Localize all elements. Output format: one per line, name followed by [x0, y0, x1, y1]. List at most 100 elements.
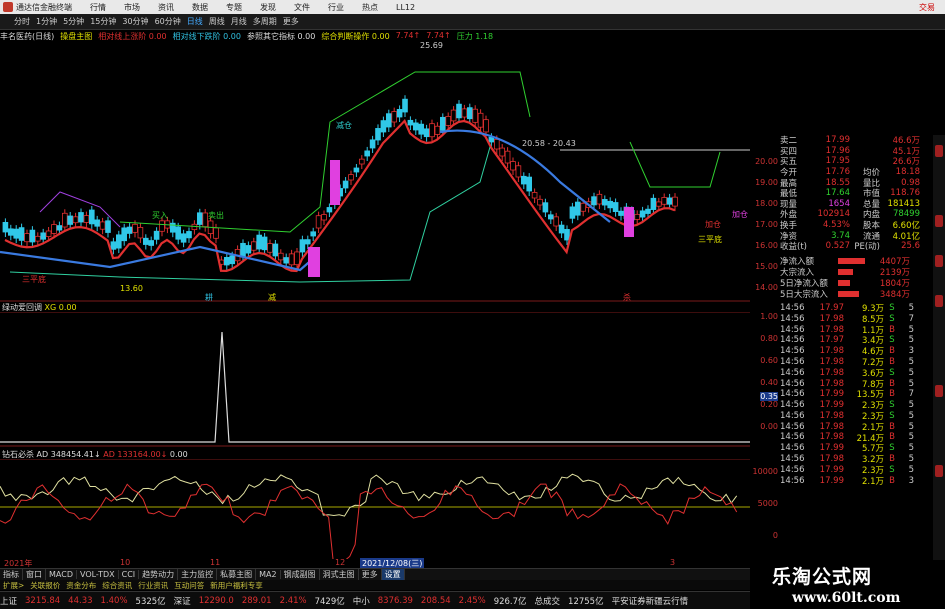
flow-label: 5日大宗流入 — [780, 290, 828, 301]
extension-link[interactable]: 资金分布 — [63, 580, 99, 591]
candle-body — [110, 241, 117, 250]
title-bar: 通达信金融终端 行情 市场 资讯 数据 专题 发现 文件 行业 热点 LL12 … — [0, 0, 945, 14]
date-label: 11 — [210, 558, 221, 567]
tick-count: 5 — [908, 410, 914, 421]
menu-quote[interactable]: 行情 — [90, 2, 106, 13]
indicator-tab[interactable]: 私募主图 — [217, 569, 257, 580]
candle-body — [618, 210, 624, 216]
extension-link[interactable]: 关联报价 — [27, 580, 63, 591]
candle-body — [186, 231, 192, 239]
index-status-item: 7429亿 — [314, 596, 345, 607]
period-tab[interactable]: 更多 — [283, 16, 299, 27]
tick-direction: S — [889, 464, 895, 475]
signal-label: 加仓 — [705, 219, 721, 229]
side-icon[interactable] — [935, 465, 943, 477]
app-logo-icon — [3, 2, 13, 12]
indicator-tab[interactable]: MA2 — [256, 570, 281, 579]
tick-time: 14:56 — [780, 313, 805, 324]
candle-body — [45, 230, 52, 237]
tick-time: 14:56 — [780, 335, 805, 346]
indicator-tab[interactable]: 指标 — [0, 569, 23, 580]
tick-row: 14:56 17.99 13.5万 B 7 — [780, 389, 945, 400]
tick-row: 14:56 17.99 2.3万 S 5 — [780, 464, 945, 476]
signal-label: 加仓 — [732, 209, 748, 219]
date-label: 12 — [335, 558, 346, 567]
menu-industry[interactable]: 行业 — [328, 2, 344, 13]
flow-bar — [838, 258, 865, 265]
period-tab[interactable]: 周线 — [209, 16, 225, 27]
trade-button[interactable]: 交易 — [919, 2, 935, 13]
menu-data[interactable]: 数据 — [192, 2, 208, 13]
quote-value2: 118.76 — [890, 188, 920, 199]
period-tab[interactable]: 60分钟 — [155, 16, 181, 27]
extension-link[interactable]: 综合资讯 — [99, 580, 135, 591]
indicator-tab[interactable]: 设置 — [381, 569, 405, 580]
candle-body — [434, 125, 441, 135]
tick-price: 17.99 — [819, 443, 844, 454]
quote-value2: 4.01亿 — [892, 231, 920, 242]
indicator-tab[interactable]: 窗口 — [23, 569, 46, 580]
period-tab[interactable]: 月线 — [231, 16, 247, 27]
tick-direction: B — [889, 421, 895, 432]
period-tab[interactable]: 30分钟 — [122, 16, 148, 27]
indicator-tab[interactable]: CCI — [119, 570, 140, 579]
period-tab[interactable]: 多周期 — [253, 16, 277, 27]
side-icon[interactable] — [935, 145, 943, 157]
extension-link[interactable]: 扩展> — [0, 580, 27, 591]
tick-row: 14:56 17.97 3.4万 S 5 — [780, 335, 945, 346]
sub2-svg — [0, 458, 750, 569]
sub1-chart[interactable] — [0, 311, 750, 447]
quote-value: 3.74 — [831, 230, 850, 241]
indicator-tab[interactable]: 更多 — [359, 569, 382, 580]
extension-link[interactable]: 互动问答 — [171, 580, 207, 591]
candle-body — [250, 241, 257, 251]
index-status-item: 8376.39 — [377, 595, 413, 606]
candle-body — [407, 119, 414, 126]
xg-line — [0, 331, 750, 443]
menu-discover[interactable]: 发现 — [260, 2, 276, 13]
menu-news[interactable]: 资讯 — [158, 2, 174, 13]
period-tab[interactable]: 1分钟 — [36, 16, 57, 27]
indicator-tab[interactable]: MACD — [46, 570, 77, 579]
tick-count: 3 — [908, 475, 914, 486]
tick-price: 17.98 — [819, 367, 844, 378]
indicator-tab[interactable]: 主力监控 — [178, 569, 218, 580]
menu-file[interactable]: 文件 — [294, 2, 310, 13]
candle-body — [569, 206, 576, 219]
period-tab[interactable]: 5分钟 — [63, 16, 84, 27]
tick-direction: B — [889, 389, 895, 400]
period-tab[interactable]: 日线 — [187, 16, 203, 27]
tick-direction: S — [889, 410, 895, 421]
indicator-tab[interactable]: VOL-TDX — [77, 570, 119, 579]
menu-topic[interactable]: 专题 — [226, 2, 242, 13]
indicator-tab[interactable]: 趋势动力 — [139, 569, 179, 580]
extension-link[interactable]: 行业资讯 — [135, 580, 171, 591]
side-icon[interactable] — [935, 255, 943, 267]
app-name: 通达信金融终端 — [16, 2, 72, 12]
indicator-tab[interactable]: 钢成副图 — [281, 569, 320, 580]
flow-bar — [838, 269, 853, 276]
main-indicator-name[interactable]: 操盘主图 — [60, 31, 92, 42]
extension-link[interactable]: 新用户福利专享 — [207, 580, 266, 591]
sub2-chart[interactable] — [0, 458, 750, 569]
side-icon[interactable] — [935, 385, 943, 397]
menu-market[interactable]: 市场 — [124, 2, 140, 13]
quote-value: 0.527 — [825, 241, 850, 252]
tick-price: 17.97 — [819, 302, 844, 313]
candle-body — [591, 196, 597, 206]
pattern-label: 三平底 — [22, 274, 46, 284]
indicator-tab[interactable]: 洞式主图 — [320, 569, 359, 580]
side-icon[interactable] — [935, 215, 943, 227]
quote-value2: 0.98 — [901, 177, 920, 188]
tick-count: 5 — [908, 378, 914, 389]
period-tab[interactable]: 15分钟 — [90, 16, 116, 27]
menu-hot[interactable]: 热点 — [362, 2, 378, 13]
candle-body — [483, 119, 489, 133]
period-tab[interactable]: 分时 — [14, 16, 30, 27]
sub1-tick-label: 0.00 — [760, 422, 778, 431]
tick-time: 14:56 — [780, 443, 805, 454]
quote-value: 17.99 — [825, 135, 850, 146]
main-kline-chart[interactable]: 25.69 13.60 20.58 - 20.43 三平底 三平底 加仓 加仓 减仓 买入 卖出耕… — [0, 41, 750, 302]
menu-ll12[interactable]: LL12 — [396, 3, 415, 12]
side-icon[interactable] — [935, 295, 943, 307]
